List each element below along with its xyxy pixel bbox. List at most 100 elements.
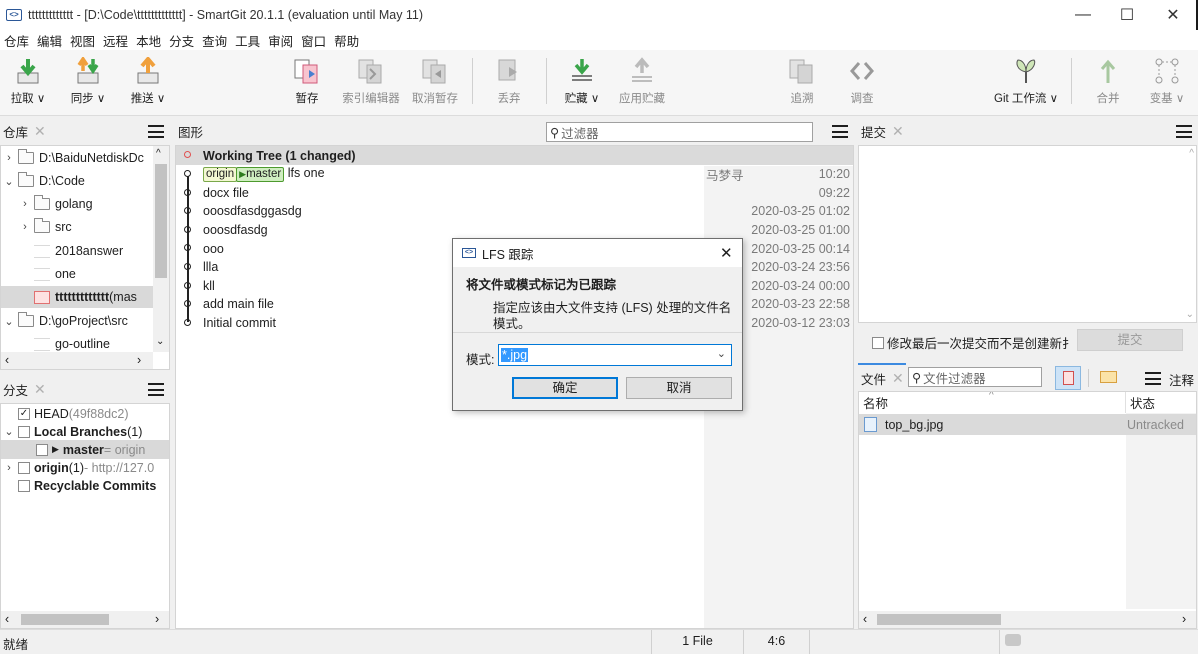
menu-review[interactable]: 审阅 — [268, 31, 293, 50]
commit-menu-icon[interactable] — [1176, 125, 1192, 138]
column-header-status[interactable]: 状态 — [1126, 392, 1196, 413]
rebase-button[interactable]: 变基 ∨ — [1147, 54, 1187, 112]
scroll-thumb[interactable] — [155, 164, 167, 278]
menu-help[interactable]: 帮助 — [334, 31, 359, 50]
chevron-down-icon[interactable]: ⌄ — [717, 347, 726, 360]
branch-head[interactable]: ✓ HEAD (49f88dc2) — [15, 404, 165, 423]
branch-local-branches[interactable]: ⌄ Local Branches (1) — [3, 422, 163, 441]
dialog-close-button[interactable]: ✕ — [720, 244, 733, 262]
branch-origin[interactable]: › origin (1) - http://127.0 — [3, 458, 169, 477]
close-repositories-icon[interactable]: ✕ — [34, 123, 46, 140]
pattern-combobox[interactable]: *.jpg ⌄ — [498, 344, 732, 366]
git-flow-button[interactable]: Git 工作流 ∨ — [994, 54, 1058, 112]
branches-menu-icon[interactable] — [148, 383, 164, 396]
repositories-menu-icon[interactable] — [148, 125, 164, 138]
ok-button[interactable]: 确定 — [512, 377, 618, 399]
repo-item-ttttttttttttt[interactable]: ttttttttttttt (mas — [1, 286, 153, 308]
scroll-up-icon[interactable]: ^ — [1189, 148, 1194, 159]
collapse-arrow-icon[interactable]: ⌄ — [3, 175, 15, 188]
tag-master[interactable]: ▶master — [236, 167, 285, 183]
investigate-button[interactable]: 调查 — [847, 54, 877, 112]
branch-master[interactable]: ▶ master = origin — [1, 440, 169, 459]
file-row[interactable]: top_bg.jpg Untracked — [859, 414, 1196, 435]
close-files-icon[interactable]: ✕ — [892, 370, 904, 387]
commit-button[interactable]: 提交 — [1077, 329, 1183, 351]
repo-item-2018answer[interactable]: 2018answer — [31, 240, 153, 262]
sort-ascending-icon: ^ — [989, 391, 994, 401]
commit-message: ooo — [203, 242, 224, 256]
expand-arrow-icon[interactable]: › — [19, 198, 31, 210]
menu-edit[interactable]: 编辑 — [37, 31, 62, 50]
repo-item-code[interactable]: ⌄ D:\Code — [3, 170, 153, 192]
folder-view-icon[interactable] — [1100, 371, 1117, 383]
unstage-button[interactable]: 取消暂存 — [411, 54, 459, 112]
push-button[interactable]: 推送 ∨ — [130, 54, 166, 112]
commit-message-textarea[interactable]: ^ ⌄ — [858, 145, 1197, 323]
notification-icon[interactable] — [1005, 634, 1021, 646]
graph-menu-icon[interactable] — [832, 125, 848, 138]
repo-item-one[interactable]: one — [31, 263, 153, 285]
menu-local[interactable]: 本地 — [136, 31, 161, 50]
maximize-button[interactable]: ☐ — [1104, 0, 1150, 30]
close-window-button[interactable]: ✕ — [1150, 0, 1196, 30]
close-branches-icon[interactable]: ✕ — [34, 381, 46, 398]
log-button[interactable]: 追溯 — [787, 54, 817, 112]
repo-item-baidunetdisk[interactable]: › D:\BaiduNetdiskDc — [3, 147, 153, 169]
commit-row[interactable]: docx file 09:22 — [176, 184, 853, 203]
status-notifications[interactable] — [999, 630, 1198, 654]
stage-button[interactable]: 暂存 — [290, 54, 324, 112]
menu-repository[interactable]: 仓库 — [4, 31, 29, 50]
pull-button[interactable]: 拉取 ∨ — [10, 54, 46, 112]
repositories-vertical-scrollbar[interactable]: ^ ⌄ — [153, 146, 169, 352]
repo-item-goproject[interactable]: ⌄ D:\goProject\src — [3, 310, 153, 332]
commit-row[interactable]: ooosdfasdg 2020-03-25 01:00 — [176, 221, 853, 240]
menu-remote[interactable]: 远程 — [103, 31, 128, 50]
sync-button[interactable]: 同步 ∨ — [70, 54, 106, 112]
notes-tab[interactable]: 注释 — [1169, 370, 1194, 389]
menu-view[interactable]: 视图 — [70, 31, 95, 50]
repo-item-golang[interactable]: › golang — [19, 193, 153, 215]
branch-recyclable-commits[interactable]: Recyclable Commits — [15, 476, 165, 495]
scroll-thumb[interactable] — [21, 614, 109, 625]
file-filter-input[interactable]: ⚲ 文件过滤器 — [908, 367, 1042, 387]
column-header-name[interactable]: 名称 ^ — [859, 392, 1126, 413]
discard-button[interactable]: 丢弃 — [494, 54, 524, 112]
expand-arrow-icon[interactable]: › — [3, 462, 15, 474]
amend-checkbox[interactable] — [872, 336, 884, 349]
scroll-thumb[interactable] — [877, 614, 1001, 625]
amend-option[interactable]: 修改最后一次提交而不是创建新扌 — [872, 333, 1075, 352]
tag-origin[interactable]: origin — [203, 167, 238, 183]
minimize-button[interactable]: — — [1060, 0, 1106, 30]
collapse-arrow-icon[interactable]: ⌄ — [3, 315, 15, 328]
graph-filter-input[interactable]: ⚲ 过滤器 — [546, 122, 813, 142]
collapse-arrow-icon[interactable]: ⌄ — [3, 425, 15, 438]
scroll-down-icon[interactable]: ⌄ — [1186, 309, 1194, 320]
apply-stash-button[interactable]: 应用贮藏 — [619, 54, 665, 112]
origin-checkbox[interactable] — [18, 461, 30, 474]
working-tree-row[interactable]: Working Tree (1 changed) — [176, 146, 853, 165]
files-horizontal-scrollbar[interactable]: ‹ › — [859, 611, 1196, 628]
menu-tools[interactable]: 工具 — [235, 31, 260, 50]
recyclable-checkbox[interactable] — [18, 479, 30, 492]
repo-item-src[interactable]: › src — [19, 216, 153, 238]
menu-window[interactable]: 窗口 — [301, 31, 326, 50]
merge-button[interactable]: 合并 — [1093, 54, 1123, 112]
head-checkbox[interactable]: ✓ — [18, 407, 30, 420]
files-menu-icon[interactable] — [1145, 372, 1161, 385]
index-editor-button[interactable]: 索引编辑器 — [342, 54, 400, 112]
cancel-button[interactable]: 取消 — [626, 377, 732, 399]
local-branches-checkbox[interactable] — [18, 425, 30, 438]
show-untracked-toggle[interactable] — [1055, 366, 1081, 390]
commit-row[interactable]: ooosdfasdggasdg 2020-03-25 01:02 — [176, 202, 853, 221]
expand-arrow-icon[interactable]: › — [3, 152, 15, 164]
expand-arrow-icon[interactable]: › — [19, 221, 31, 233]
branches-horizontal-scrollbar[interactable]: ‹ › — [1, 611, 169, 628]
repositories-horizontal-scrollbar[interactable]: ‹ › — [1, 352, 153, 369]
commit-row[interactable]: origin ▶master lfs one 马梦寻 10:20 — [176, 165, 853, 184]
stash-button[interactable]: 贮藏 ∨ — [563, 54, 601, 112]
close-commit-icon[interactable]: ✕ — [892, 123, 904, 140]
master-checkbox[interactable] — [36, 443, 48, 456]
menu-branch[interactable]: 分支 — [169, 31, 194, 50]
menu-query[interactable]: 查询 — [202, 31, 227, 50]
files-title[interactable]: 文件 — [861, 369, 886, 388]
